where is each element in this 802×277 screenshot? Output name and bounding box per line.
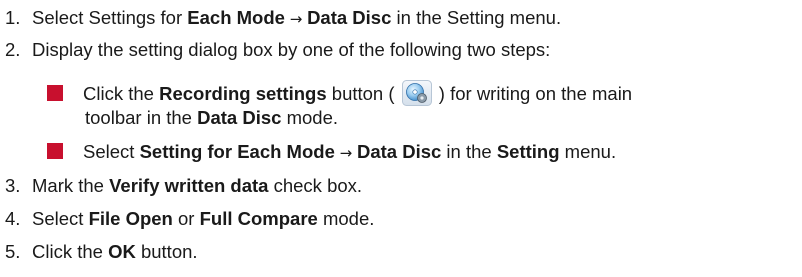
bullet-square-icon xyxy=(47,143,63,159)
substep-bold-setting-for-each-mode: Setting for Each Mode xyxy=(139,141,335,162)
recording-settings-icon xyxy=(401,80,432,106)
step-number: 4. xyxy=(5,208,21,229)
step-text-pre: Select Settings for xyxy=(32,7,188,28)
step-number: 5. xyxy=(5,241,21,262)
step-text-mid: or xyxy=(172,208,200,229)
step-1: 1. Select Settings for Each Mode → Data D… xyxy=(0,7,561,30)
substep-cont-post: mode. xyxy=(281,107,338,128)
step-bold-ok: OK xyxy=(108,241,136,262)
step-number: 3. xyxy=(5,175,21,196)
substep-recording-settings: Click the Recording settings button () … xyxy=(47,80,632,106)
step-5: 5. Click the OK button. xyxy=(0,241,198,263)
substep-bold-setting: Setting xyxy=(496,141,560,162)
substep-bold-data-disc: Data Disc xyxy=(356,141,442,162)
step-bold-verify-written-data: Verify written data xyxy=(109,175,269,196)
substep-text-post: ) for writing on the main xyxy=(433,83,633,104)
step-text-post: check box. xyxy=(268,175,363,196)
substep-text-mid: button ( xyxy=(326,83,400,104)
substep-text-pre: Click the xyxy=(83,83,160,104)
step-bold-file-open: File Open xyxy=(88,208,173,229)
step-bold-each-mode: Each Mode xyxy=(187,7,285,28)
step-number: 2. xyxy=(5,39,21,60)
step-text-pre: Mark the xyxy=(32,175,110,196)
step-3: 3. Mark the Verify written data check box… xyxy=(0,175,362,197)
step-text: Display the setting dialog box by one of… xyxy=(32,39,551,60)
substep-text-mid: in the xyxy=(441,141,497,162)
substep-bold-recording-settings: Recording settings xyxy=(159,83,327,104)
arrow-right-icon: → xyxy=(334,144,357,162)
substep-setting-menu: Select Setting for Each Mode → Data Disc… xyxy=(47,141,616,164)
substep-text-pre: Select xyxy=(83,141,140,162)
substep-cont-pre: toolbar in the xyxy=(85,107,198,128)
instruction-document: 1. Select Settings for Each Mode → Data D… xyxy=(0,0,802,277)
step-text-pre: Click the xyxy=(32,241,109,262)
step-text-pre: Select xyxy=(32,208,89,229)
step-bold-full-compare: Full Compare xyxy=(199,208,318,229)
step-text-post: mode. xyxy=(317,208,375,229)
step-number: 1. xyxy=(5,7,21,28)
arrow-right-icon: → xyxy=(284,10,308,28)
bullet-square-icon xyxy=(47,85,63,101)
step-2: 2. Display the setting dialog box by one … xyxy=(0,39,550,61)
substep-recording-settings-continuation: toolbar in the Data Disc mode. xyxy=(85,107,338,129)
step-text-post: in the Setting menu. xyxy=(391,7,562,28)
substep-bold-data-disc: Data Disc xyxy=(197,107,282,128)
step-4: 4. Select File Open or Full Compare mode. xyxy=(0,208,374,230)
step-bold-data-disc: Data Disc xyxy=(307,7,392,28)
step-text-post: button. xyxy=(135,241,198,262)
substep-text-post: menu. xyxy=(559,141,617,162)
